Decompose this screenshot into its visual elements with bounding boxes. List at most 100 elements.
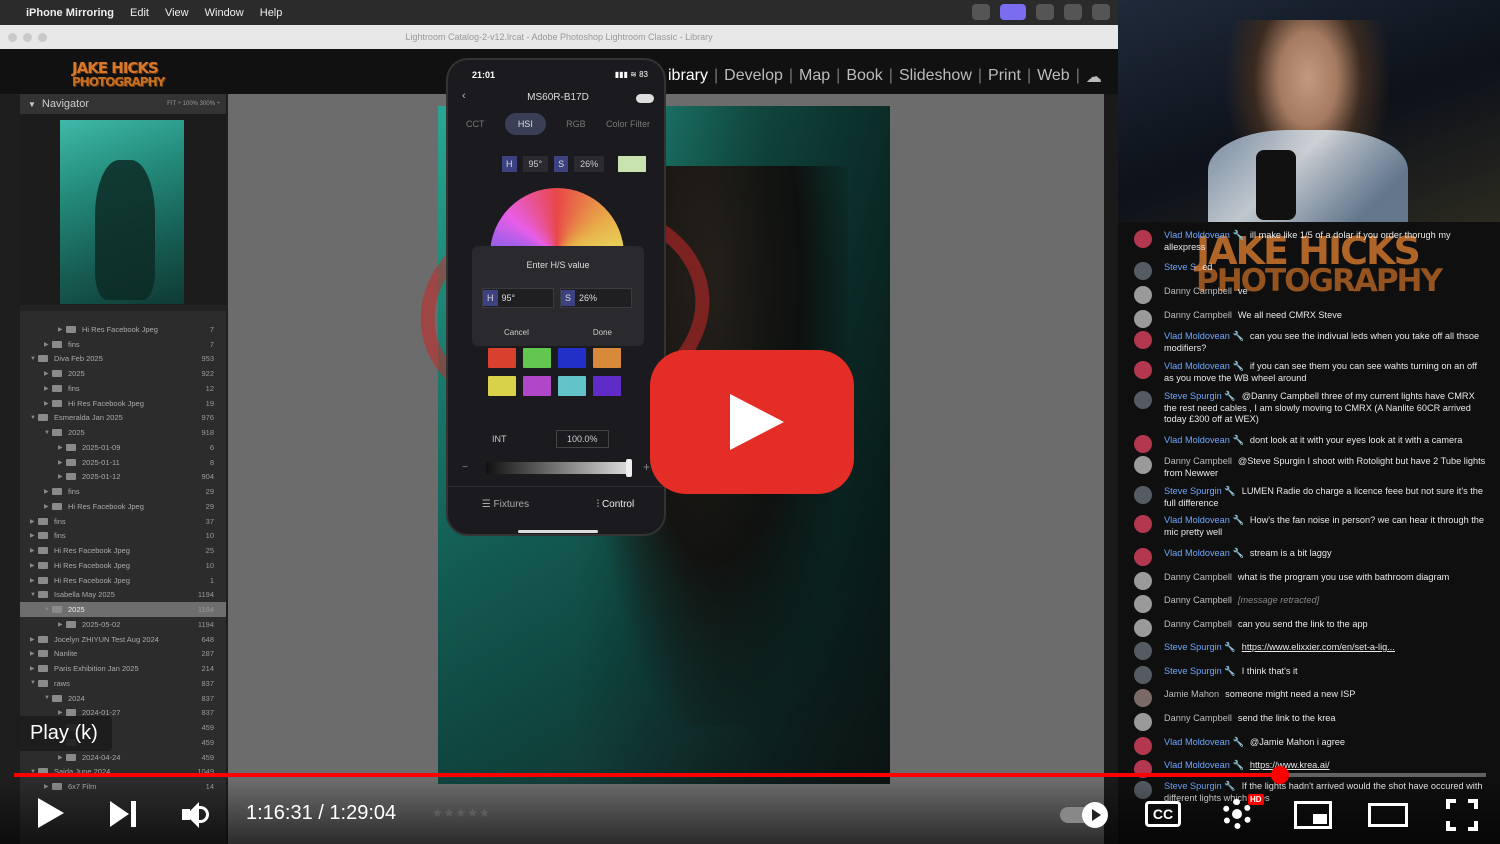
folder-row[interactable]: ▶ 2025-05-02 1194	[20, 617, 226, 632]
status-icon[interactable]	[1036, 4, 1054, 20]
color-preset-swatch[interactable]	[523, 376, 551, 396]
status-icon[interactable]	[1092, 4, 1110, 20]
chat-author[interactable]: Danny Campbell	[1164, 286, 1232, 296]
folder-row[interactable]: ▼ 2025 918	[20, 425, 226, 440]
module-map[interactable]: Map	[799, 67, 830, 87]
menu-edit[interactable]: Edit	[130, 7, 149, 19]
folder-row[interactable]: ▼ Esmeralda Jan 2025 976	[20, 411, 226, 426]
slider-thumb[interactable]	[626, 459, 632, 477]
next-button[interactable]	[110, 801, 138, 827]
color-preset-swatch[interactable]	[593, 376, 621, 396]
control-tab[interactable]: ⫶ Control	[597, 499, 635, 510]
disclosure-triangle-icon[interactable]: ▶	[44, 400, 52, 407]
menu-view[interactable]: View	[165, 7, 189, 19]
disclosure-triangle-icon[interactable]: ▶	[30, 547, 38, 554]
avatar[interactable]	[1134, 572, 1152, 590]
disclosure-triangle-icon[interactable]: ▶	[30, 650, 38, 657]
hue-input[interactable]: H 95°	[482, 288, 554, 308]
module-book[interactable]: Book	[846, 67, 882, 87]
color-preset-swatch[interactable]	[593, 348, 621, 368]
module-slideshow[interactable]: Slideshow	[899, 67, 972, 87]
module-print[interactable]: Print	[988, 67, 1021, 87]
fixtures-tab[interactable]: ☰ Fixtures	[482, 499, 529, 510]
chat-link[interactable]: https://www.krea.ai/	[1250, 760, 1330, 770]
avatar[interactable]	[1134, 361, 1152, 379]
screen-mirroring-icon[interactable]	[1000, 4, 1026, 20]
status-icon[interactable]	[972, 4, 990, 20]
autoplay-toggle[interactable]	[1060, 802, 1114, 828]
chat-author[interactable]: Steve S	[1164, 262, 1196, 272]
disclosure-triangle-icon[interactable]: ▼	[30, 415, 38, 421]
module-develop[interactable]: Develop	[724, 67, 783, 87]
cloud-icon[interactable]: ☁	[1086, 67, 1102, 87]
disclosure-triangle-icon[interactable]: ▶	[30, 577, 38, 584]
power-toggle[interactable]	[636, 94, 654, 103]
play-button[interactable]	[38, 798, 64, 828]
tab-cct[interactable]: CCT	[466, 119, 485, 129]
folder-row[interactable]: ▶ Nanlite 287	[20, 647, 226, 662]
avatar[interactable]	[1134, 515, 1152, 533]
menu-app-name[interactable]: iPhone Mirroring	[26, 7, 114, 19]
disclosure-triangle-icon[interactable]: ▶	[44, 341, 52, 348]
chat-author[interactable]: Vlad Moldovean 🔧	[1164, 737, 1244, 747]
chat-author[interactable]: Vlad Moldovean 🔧	[1164, 331, 1244, 341]
navigator-zoom-options[interactable]: FIT ÷ 100% 300% ÷	[167, 101, 220, 107]
chat-author[interactable]: Steve Spurgin 🔧	[1164, 486, 1236, 496]
disclosure-triangle-icon[interactable]: ▶	[30, 532, 38, 539]
tab-color-filter[interactable]: Color Filter	[606, 119, 650, 129]
cancel-button[interactable]: Cancel	[504, 328, 529, 337]
avatar[interactable]	[1134, 262, 1152, 280]
theater-mode-button[interactable]	[1368, 803, 1408, 827]
chat-author[interactable]: Danny Campbell	[1164, 713, 1232, 723]
intensity-plus-button[interactable]: +	[643, 460, 650, 474]
minimize-window-icon[interactable]	[23, 33, 32, 42]
avatar[interactable]	[1134, 456, 1152, 474]
navigator-preview[interactable]	[20, 114, 226, 311]
folder-row[interactable]: ▶ fins 37	[20, 514, 226, 529]
disclosure-triangle-icon[interactable]: ▼	[30, 592, 38, 598]
disclosure-triangle-icon[interactable]: ▶	[58, 621, 66, 628]
folder-row[interactable]: ▼ Diva Feb 2025 953	[20, 352, 226, 367]
intensity-value[interactable]: 100.0%	[556, 430, 609, 448]
avatar[interactable]	[1134, 595, 1152, 613]
saturation-value[interactable]: 26%	[574, 156, 605, 172]
module-library[interactable]: ibrary	[668, 67, 708, 87]
chat-link[interactable]: https://www.elixxier.com/en/set-a-lig...	[1242, 642, 1395, 652]
chat-author[interactable]: Vlad Moldovean 🔧	[1164, 230, 1244, 240]
disclosure-triangle-icon[interactable]: ▶	[44, 370, 52, 377]
avatar[interactable]	[1134, 486, 1152, 504]
color-preset-swatch[interactable]	[488, 348, 516, 368]
disclosure-triangle-icon[interactable]: ▶	[58, 459, 66, 466]
folder-row[interactable]: ▶ fins 12	[20, 381, 226, 396]
folder-row[interactable]: ▼ 2024 837	[20, 691, 226, 706]
folder-row[interactable]: ▶ Hi Res Facebook Jpeg 1	[20, 573, 226, 588]
volume-button[interactable]	[182, 800, 216, 830]
avatar[interactable]	[1134, 689, 1152, 707]
chat-author[interactable]: Danny Campbell	[1164, 572, 1232, 582]
disclosure-triangle-icon[interactable]: ▼	[30, 680, 38, 686]
intensity-slider[interactable]	[486, 459, 632, 477]
hue-value[interactable]: 95°	[522, 156, 549, 172]
avatar[interactable]	[1134, 435, 1152, 453]
chat-author[interactable]: Danny Campbell	[1164, 310, 1232, 320]
tab-rgb[interactable]: RGB	[566, 119, 586, 129]
folder-row[interactable]: ▶ 2025-01-12 904	[20, 470, 226, 485]
close-window-icon[interactable]	[8, 33, 17, 42]
avatar[interactable]	[1134, 310, 1152, 328]
avatar[interactable]	[1134, 391, 1152, 409]
avatar[interactable]	[1134, 737, 1152, 755]
disclosure-triangle-icon[interactable]: ▶	[58, 754, 66, 761]
progress-scrubber[interactable]	[1270, 766, 1289, 784]
color-preset-swatch[interactable]	[558, 376, 586, 396]
color-preset-swatch[interactable]	[488, 376, 516, 396]
subtitles-button[interactable]: CC	[1145, 801, 1181, 827]
chat-author[interactable]: Vlad Moldovean 🔧	[1164, 515, 1244, 525]
hue-sat-readout[interactable]: H 95° S 26%	[502, 156, 647, 172]
disclosure-triangle-icon[interactable]: ▼	[44, 695, 52, 701]
folder-row[interactable]: ▶ Hi Res Facebook Jpeg 29	[20, 499, 226, 514]
avatar[interactable]	[1134, 286, 1152, 304]
color-preset-swatch[interactable]	[558, 348, 586, 368]
disclosure-triangle-icon[interactable]: ▶	[30, 665, 38, 672]
chat-author[interactable]: Vlad Moldovean 🔧	[1164, 361, 1244, 371]
chat-author[interactable]: Danny Campbell	[1164, 619, 1232, 629]
